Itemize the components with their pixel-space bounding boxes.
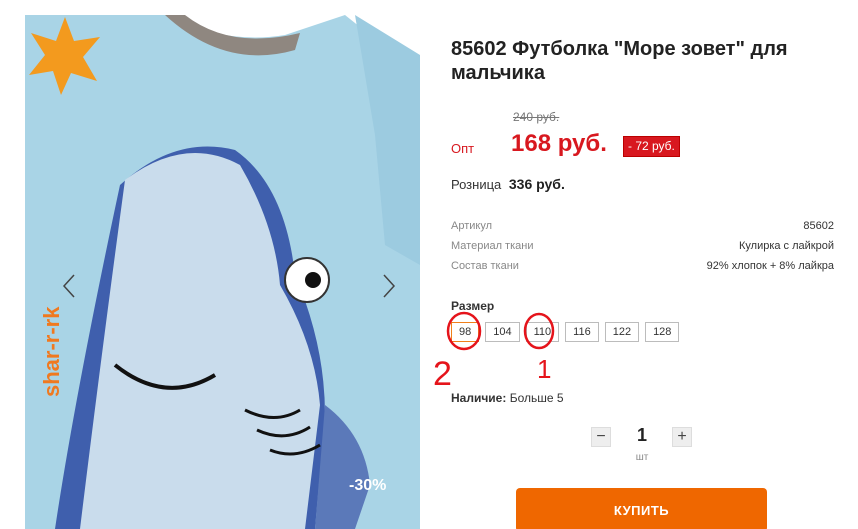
stock-label: Наличие:	[451, 391, 507, 405]
retail-price-row: Розница 336 руб.	[451, 176, 565, 192]
spec-key: Артикул	[451, 220, 493, 232]
annotation-mark-2: 2	[433, 355, 452, 390]
size-option-128[interactable]: 128	[645, 322, 680, 342]
gallery-next-button[interactable]	[382, 273, 404, 303]
quantity-unit: шт	[635, 452, 649, 463]
stock-value: Больше 5	[509, 391, 564, 405]
spec-row-article: Артикул 85602	[451, 219, 834, 239]
quantity-stepper: − 1 + шт	[591, 425, 695, 467]
chevron-right-icon	[383, 274, 396, 298]
product-gallery: shar-r-rk	[25, 15, 420, 529]
spec-value: 85602	[803, 220, 834, 232]
stock-row: Наличие: Больше 5	[451, 391, 564, 405]
chevron-left-icon	[62, 274, 75, 298]
old-price: 240 руб.	[513, 110, 560, 124]
spec-row-material: Материал ткани Кулирка с лайкрой	[451, 239, 834, 259]
product-title: 85602 Футболка "Море зовет" для мальчика	[451, 38, 788, 84]
watermark-text: shar-r-rk	[39, 306, 64, 397]
buy-button[interactable]: КУПИТЬ	[516, 488, 767, 529]
quantity-decrease-button[interactable]: −	[591, 427, 611, 447]
savings-badge: - 72 руб.	[623, 136, 680, 157]
specs-list: Артикул 85602 Материал ткани Кулирка с л…	[451, 219, 834, 279]
retail-price: 336 руб.	[508, 176, 565, 192]
spec-row-composition: Состав ткани 92% хлопок + 8% лайкра	[451, 259, 834, 279]
wholesale-label: Опт	[451, 141, 475, 156]
wholesale-price: 168 руб.	[511, 130, 607, 157]
spec-key: Состав ткани	[451, 260, 519, 272]
discount-star-icon	[29, 17, 100, 95]
spec-value: Кулирка с лайкрой	[738, 240, 834, 252]
spec-key: Материал ткани	[451, 240, 534, 252]
annotation-mark-1: 1	[537, 354, 551, 384]
size-option-122[interactable]: 122	[604, 322, 640, 342]
quantity-increase-button[interactable]: +	[672, 427, 692, 447]
spec-value: 92% хлопок + 8% лайкра	[706, 260, 834, 272]
size-option-116[interactable]: 116	[565, 322, 599, 342]
gallery-prev-button[interactable]	[62, 273, 84, 303]
retail-label: Розница	[451, 177, 502, 192]
discount-badge: -30%	[349, 477, 387, 494]
handdrawn-annotations: 2 1	[433, 311, 555, 390]
quantity-value[interactable]: 1	[629, 425, 655, 446]
